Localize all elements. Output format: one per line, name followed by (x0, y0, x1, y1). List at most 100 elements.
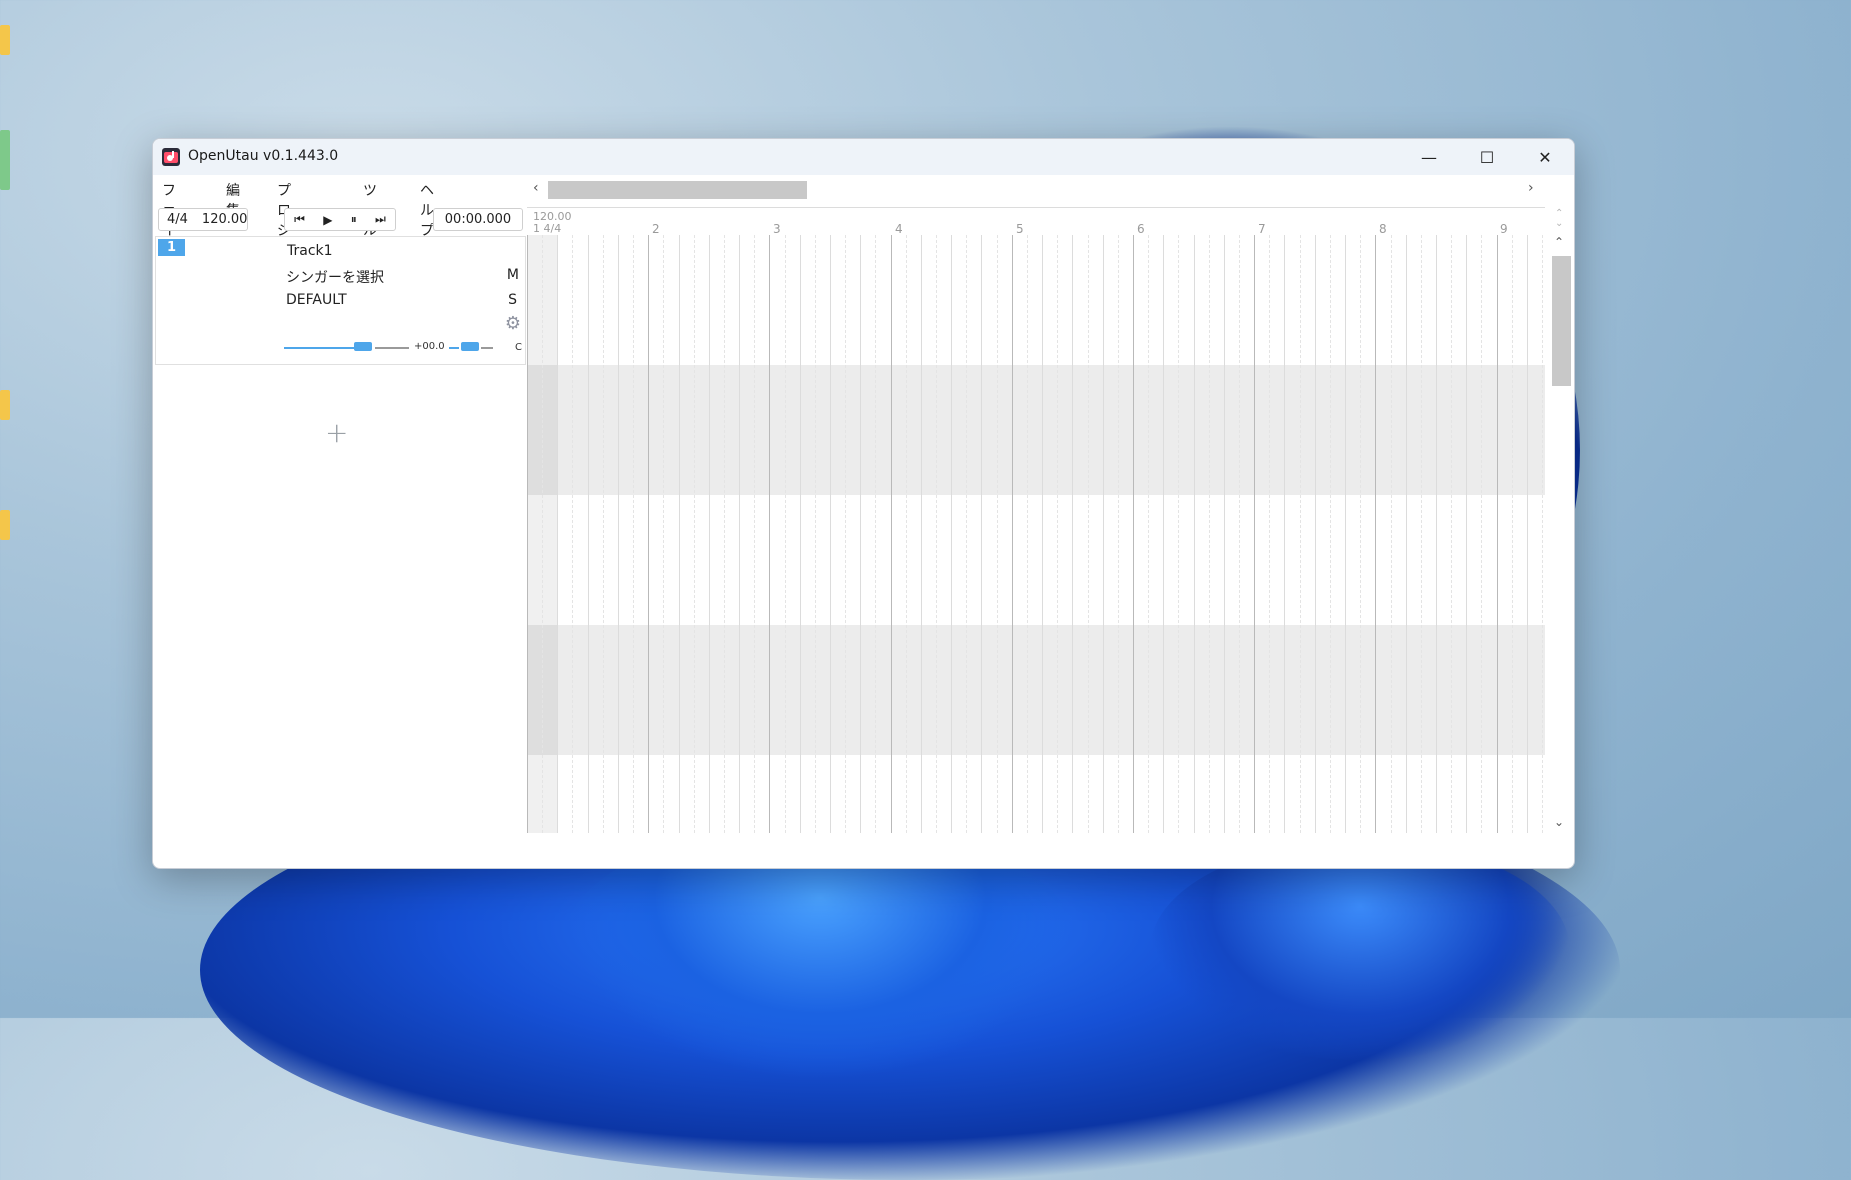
beat-line (588, 235, 589, 833)
mute-button[interactable]: M (507, 267, 519, 283)
add-track-button[interactable]: + (325, 416, 348, 449)
gear-icon[interactable]: ⚙ (505, 313, 521, 334)
sub-beat-line (1330, 235, 1331, 833)
scroll-down-icon[interactable]: ⌄ (1554, 815, 1564, 829)
volume-slider-track[interactable] (284, 347, 354, 349)
sub-beat-line (1088, 235, 1089, 833)
desktop-folder-icon[interactable] (0, 390, 10, 420)
sub-beat-line (1148, 235, 1149, 833)
bar-line (648, 235, 649, 833)
timeline-ruler[interactable]: 120.00 1 4/4 2 3 4 5 6 7 8 9 (527, 207, 1545, 237)
horizontal-scrollbar-thumb[interactable] (548, 181, 807, 199)
sub-beat-line (1300, 235, 1301, 833)
desktop-app-icon[interactable] (0, 130, 10, 190)
volume-value: +00.0 (414, 341, 445, 352)
playback-time: 00:00.000 (433, 208, 523, 231)
sub-beat-line (1269, 235, 1270, 833)
track-panel: 1 Track1 シンガーを選択 DEFAULT M S ⚙ +00.0 C + (153, 236, 527, 866)
title-bar: OpenUtau v0.1.443.0 — ☐ ✕ (153, 139, 1574, 175)
track-name[interactable]: Track1 (287, 243, 333, 259)
bar-line (891, 235, 892, 833)
sub-beat-line (542, 235, 543, 833)
bar-number: 9 (1500, 222, 1508, 236)
pan-slider-track[interactable] (481, 347, 493, 349)
scroll-right-icon[interactable]: › (1528, 180, 1534, 196)
phonemizer-select[interactable]: DEFAULT (286, 292, 347, 308)
pan-value: C (515, 342, 522, 353)
singer-select[interactable]: シンガーを選択 (286, 267, 384, 287)
scroll-left-icon[interactable]: ‹ (533, 180, 539, 196)
bar-line (1254, 235, 1255, 833)
bar-1-label: 1 4/4 (533, 222, 561, 235)
sub-beat-line (1239, 235, 1240, 833)
sub-beat-line (1027, 235, 1028, 833)
sub-beat-line (1057, 235, 1058, 833)
sub-beat-line (1421, 235, 1422, 833)
desktop-folder-icon[interactable] (0, 25, 10, 55)
beat-line (1406, 235, 1407, 833)
sub-beat-line (1209, 235, 1210, 833)
sub-beat-line (966, 235, 967, 833)
wallpaper-swirl (1150, 840, 1570, 1060)
bar-line (1012, 235, 1013, 833)
pan-slider-thumb[interactable] (461, 342, 479, 351)
skip-to-end-icon[interactable]: ⏭ (375, 212, 386, 227)
zoom-arrows-icon[interactable]: ⌃⌄ (1555, 209, 1563, 229)
sub-beat-line (845, 235, 846, 833)
minimize-button[interactable]: — (1400, 139, 1458, 175)
track-header[interactable]: 1 (155, 236, 282, 365)
beat-line (1103, 235, 1104, 833)
track-info: Track1 シンガーを選択 DEFAULT M S ⚙ +00.0 C (281, 236, 526, 365)
volume-slider-thumb[interactable] (354, 342, 372, 351)
time-signature[interactable]: 4/4 (167, 212, 188, 227)
close-button[interactable]: ✕ (1516, 139, 1574, 175)
volume-slider-track[interactable] (375, 347, 409, 349)
beat-line (981, 235, 982, 833)
track-number: 1 (158, 239, 185, 256)
bar-number: 4 (895, 222, 903, 236)
sub-beat-line (694, 235, 695, 833)
sub-beat-line (1512, 235, 1513, 833)
sub-beat-line (997, 235, 998, 833)
beat-line (1194, 235, 1195, 833)
pan-slider-track[interactable] (449, 347, 459, 349)
beat-line (1224, 235, 1225, 833)
beat-line (557, 235, 558, 833)
bar-number: 7 (1258, 222, 1266, 236)
bar-line (769, 235, 770, 833)
sub-beat-line (1391, 235, 1392, 833)
vertical-scrollbar: ⌃⌄ ⌃ ⌄ (1551, 207, 1571, 834)
sub-beat-line (754, 235, 755, 833)
beat-line (1163, 235, 1164, 833)
beat-line (1436, 235, 1437, 833)
solo-button[interactable]: S (508, 292, 517, 308)
beat-line (1315, 235, 1316, 833)
beat-line (1072, 235, 1073, 833)
bar-line (527, 235, 528, 833)
beat-line (951, 235, 952, 833)
bar-line (1133, 235, 1134, 833)
openutau-window: OpenUtau v0.1.443.0 — ☐ ✕ ファイル 編集 プロジェクト… (152, 138, 1575, 869)
menu-help[interactable]: ヘルプ (420, 180, 434, 240)
bpm-value[interactable]: 120.00 (202, 212, 248, 227)
bar-number: 2 (652, 222, 660, 236)
beat-line (1345, 235, 1346, 833)
skip-to-start-icon[interactable]: ⏮ (294, 212, 305, 227)
sub-beat-line (724, 235, 725, 833)
bar-number: 5 (1016, 222, 1024, 236)
tempo-signature-box[interactable]: 4/4 120.00 (158, 208, 248, 231)
sub-beat-line (1451, 235, 1452, 833)
play-icon[interactable]: ▶ (323, 213, 332, 227)
scroll-up-icon[interactable]: ⌃ (1554, 235, 1564, 249)
beat-line (679, 235, 680, 833)
maximize-button[interactable]: ☐ (1458, 139, 1516, 175)
beat-line (800, 235, 801, 833)
beat-line (830, 235, 831, 833)
vertical-scrollbar-thumb[interactable] (1552, 256, 1571, 386)
desktop-folder-icon[interactable] (0, 510, 10, 540)
sub-beat-line (633, 235, 634, 833)
beat-line (618, 235, 619, 833)
pause-icon[interactable]: ⏸ (351, 212, 357, 227)
arrangement-grid[interactable] (527, 235, 1545, 833)
sub-beat-line (572, 235, 573, 833)
